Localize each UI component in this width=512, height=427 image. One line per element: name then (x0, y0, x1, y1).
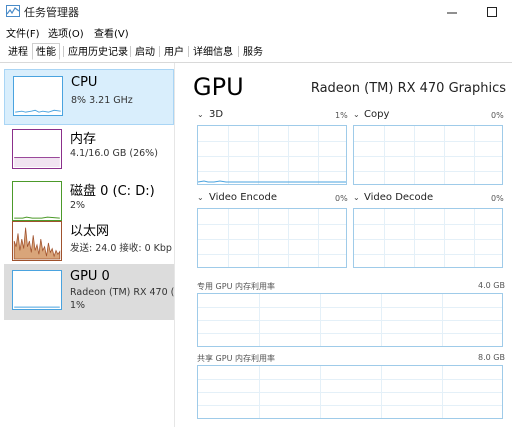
dedicated-memory-graph (197, 293, 503, 347)
tab-processes[interactable]: 进程 (4, 43, 32, 60)
sidebar-item-usage: 1% (70, 300, 86, 311)
sidebar-item-cpu[interactable]: CPU 8% 3.21 GHz (4, 69, 174, 125)
chevron-down-icon[interactable]: ⌄ (353, 110, 360, 119)
window-title: 任务管理器 (24, 6, 79, 19)
tab-app-history[interactable]: 应用历史记录 (64, 43, 132, 60)
sidebar-item-detail: 2% (70, 200, 86, 211)
gpu-thumbnail-graph (12, 270, 62, 310)
engine-pct-video-encode: 0% (335, 194, 348, 203)
chevron-down-icon[interactable]: ⌄ (197, 193, 204, 202)
menu-bar: 文件(F) 选项(O) 查看(V) (0, 24, 512, 40)
shared-memory-graph (197, 365, 503, 419)
memory-thumbnail-graph (12, 129, 62, 169)
dedicated-memory-label: 专用 GPU 内存利用率 (197, 282, 275, 291)
sidebar-item-detail: 4.1/16.0 GB (26%) (70, 148, 158, 159)
engine-graph-copy (353, 125, 503, 185)
engine-label-copy[interactable]: Copy (364, 109, 389, 120)
dedicated-memory-max: 4.0 GB (478, 281, 505, 290)
menu-file[interactable]: 文件(F) (6, 25, 40, 40)
tab-performance[interactable]: 性能 (32, 43, 60, 60)
chevron-down-icon[interactable]: ⌄ (353, 193, 360, 202)
chevron-down-icon[interactable]: ⌄ (197, 110, 204, 119)
minimize-icon (447, 12, 457, 14)
cpu-thumbnail-graph (13, 76, 63, 116)
tab-details[interactable]: 详细信息 (189, 43, 237, 60)
tab-startup[interactable]: 启动 (131, 43, 159, 60)
sidebar-item-detail: 8% 3.21 GHz (71, 95, 133, 106)
engine-label-3d[interactable]: 3D (209, 109, 223, 120)
engine-graph-video-decode (353, 208, 503, 268)
ethernet-thumbnail-graph (12, 221, 62, 261)
task-manager-icon (6, 5, 20, 17)
title-bar: 任务管理器 (0, 0, 512, 24)
sidebar-item-title: 内存 (70, 132, 97, 147)
menu-options[interactable]: 选项(O) (48, 25, 84, 40)
sidebar-item-gpu[interactable]: GPU 0 Radeon (TM) RX 470 ( 1% (4, 264, 174, 320)
sidebar-item-detail: Radeon (TM) RX 470 ( (70, 287, 175, 298)
engine-pct-3d: 1% (335, 111, 348, 120)
engine-pct-video-decode: 0% (491, 194, 504, 203)
sidebar-item-title: 以太网 (70, 224, 110, 239)
tab-users[interactable]: 用户 (160, 43, 188, 60)
maximize-icon (487, 7, 497, 17)
engine-graph-line (198, 180, 346, 183)
page-title: GPU (193, 73, 244, 101)
sidebar-item-title: CPU (71, 75, 98, 90)
engine-label-video-encode[interactable]: Video Encode (209, 192, 277, 203)
engine-label-video-decode[interactable]: Video Decode (364, 192, 433, 203)
shared-memory-label: 共享 GPU 内存利用率 (197, 354, 275, 363)
gpu-model-name: Radeon (TM) RX 470 Graphics (310, 81, 506, 96)
shared-memory-max: 8.0 GB (478, 353, 505, 362)
sidebar-item-ethernet[interactable]: 以太网 发送: 24.0 接收: 0 Kbp (4, 215, 174, 271)
engine-graph-video-encode (197, 208, 347, 268)
menu-view[interactable]: 查看(V) (94, 25, 129, 40)
sidebar-item-memory[interactable]: 内存 4.1/16.0 GB (26%) (4, 123, 174, 179)
engine-graph-3d (197, 125, 347, 185)
sidebar-item-detail: 发送: 24.0 接收: 0 Kbp (70, 243, 172, 254)
tab-services[interactable]: 服务 (239, 43, 267, 60)
minimize-button[interactable] (432, 0, 472, 24)
maximize-button[interactable] (472, 0, 512, 24)
performance-sidebar: CPU 8% 3.21 GHz 内存 4.1/16.0 GB (26%) 磁盘 … (0, 63, 175, 427)
engine-pct-copy: 0% (491, 111, 504, 120)
sidebar-item-title: GPU 0 (70, 269, 110, 284)
tab-bar: 进程 性能 应用历史记录 启动 用户 详细信息 服务 (0, 41, 512, 63)
sidebar-item-title: 磁盘 0 (C: D:) (70, 184, 155, 199)
gpu-detail-panel: GPU Radeon (TM) RX 470 Graphics ⌄ 3D 1% … (175, 63, 512, 427)
